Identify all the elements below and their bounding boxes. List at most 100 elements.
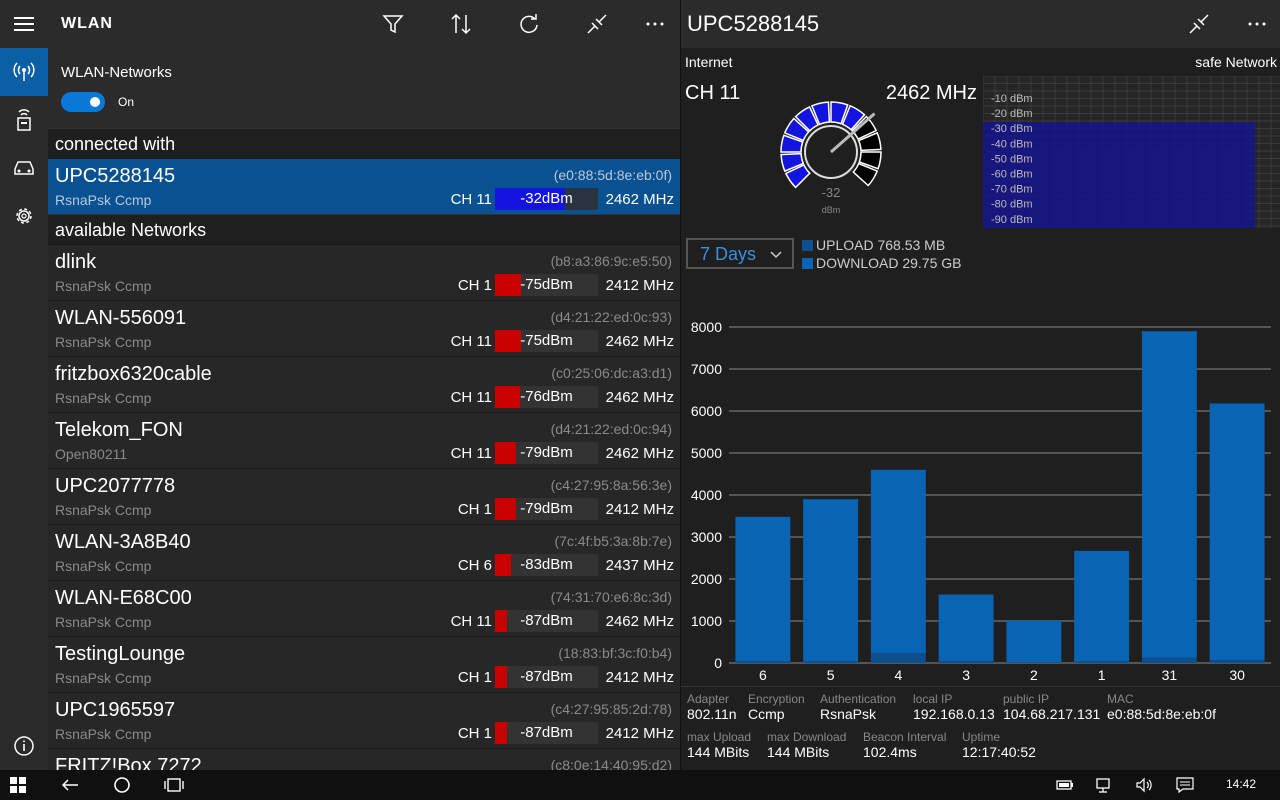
router-icon (17, 109, 31, 131)
detail-item: max Upload 144 MBits (687, 730, 751, 760)
detail-item: Uptime 12:17:40:52 (962, 730, 1036, 760)
hamburger-menu-button[interactable] (0, 0, 48, 48)
task-view-icon (164, 778, 184, 792)
connected-network-row[interactable]: UPC5288145 (e0:88:5d:8e:eb:0f) RsnaPsk C… (48, 158, 680, 214)
network-icon (1096, 778, 1110, 793)
detail-more-button[interactable] (1233, 0, 1280, 48)
x-tick-label: 31 (1162, 667, 1178, 683)
upload-bar[interactable] (735, 661, 791, 663)
nav-router-button[interactable] (0, 96, 48, 144)
detail-label: Encryption (748, 692, 805, 706)
legend-upload-label: UPLOAD 768.53 MB (816, 237, 946, 253)
network-frequency: 2437 MHz (605, 557, 674, 574)
network-channel: CH 11 (450, 389, 492, 406)
download-bar[interactable] (870, 469, 926, 654)
network-tray-button[interactable] (1090, 770, 1120, 800)
download-bar[interactable] (735, 516, 791, 662)
signal-bar: -87dBm (495, 722, 598, 744)
info-button[interactable] (0, 722, 48, 770)
wlan-toggle-switch[interactable] (61, 92, 105, 112)
home-button[interactable] (104, 770, 140, 800)
x-tick-label: 5 (827, 667, 835, 683)
signal-strength: -87dBm (520, 612, 573, 629)
download-bar[interactable] (1141, 331, 1197, 658)
network-mac: (b8:a3:86:9c:e5:50) (550, 253, 672, 269)
network-channel: CH 6 (457, 557, 492, 574)
more-options-button[interactable] (631, 0, 679, 48)
signal-strength: -83dBm (520, 556, 573, 573)
download-bar[interactable] (1074, 550, 1130, 662)
spectrum-label: -20 dBm (991, 108, 1033, 120)
detail-value: Ccmp (748, 706, 785, 722)
network-name: dlink (55, 251, 97, 273)
upload-bar[interactable] (803, 661, 859, 663)
signal-strength: -76dBm (520, 388, 573, 405)
network-row[interactable]: fritzbox6320cable (c0:25:06:dc:a3:d1) Rsna… (48, 356, 680, 412)
detail-item: Encryption Ccmp (748, 692, 805, 722)
signal-strength: -32dBm (520, 190, 573, 207)
detail-item: public IP 104.68.217.131 (1003, 692, 1100, 722)
disconnect-icon (1189, 14, 1209, 34)
upload-bar[interactable] (870, 653, 926, 663)
network-frequency: 2462 MHz (605, 445, 674, 462)
network-name: UPC5288145 (55, 165, 176, 187)
taskbar-clock[interactable]: 14:42 (1226, 777, 1256, 791)
spectrum-label: -40 dBm (991, 138, 1033, 150)
start-button[interactable] (0, 770, 36, 800)
period-dropdown[interactable]: 7 Days (686, 238, 794, 269)
download-bar[interactable] (1006, 620, 1062, 663)
task-view-button[interactable] (156, 770, 192, 800)
spectrum-label: -30 dBm (991, 123, 1033, 135)
x-tick-label: 6 (759, 667, 767, 683)
nav-wlan-button[interactable] (0, 48, 48, 96)
detail-disconnect-button[interactable] (1175, 0, 1223, 48)
download-bar[interactable] (1209, 403, 1265, 661)
network-encryption: RsnaPsk Ccmp (55, 390, 152, 406)
notifications-tray-button[interactable] (1170, 770, 1200, 800)
back-button[interactable] (52, 770, 88, 800)
upload-bar[interactable] (1074, 661, 1130, 663)
car-icon (14, 161, 34, 175)
network-row[interactable]: WLAN-556091 (d4:21:22:ed:0c:93) RsnaPsk Cc… (48, 300, 680, 356)
signal-strength: -75dBm (520, 276, 573, 293)
network-row[interactable]: dlink (b8:a3:86:9c:e5:50) RsnaPsk Ccmp CH 1… (48, 244, 680, 300)
detail-label: public IP (1003, 692, 1050, 706)
network-name: TestingLounge (55, 643, 186, 665)
network-row[interactable]: WLAN-3A8B40 (7c:4f:b5:3a:8b:7e) RsnaPsk Cc… (48, 524, 680, 580)
details-panel: Adapter 802.11n Encryption Ccmp Authenticati… (681, 686, 1280, 770)
legend-download-label: DOWNLOAD 29.75 GB (816, 255, 962, 271)
y-tick-label: 6000 (691, 403, 722, 419)
y-tick-label: 7000 (691, 361, 722, 377)
y-tick-label: 0 (714, 655, 722, 671)
filter-button[interactable] (369, 0, 417, 48)
chevron-down-icon (770, 251, 782, 259)
network-frequency: 2462 MHz (605, 613, 674, 630)
more-icon (1248, 22, 1266, 26)
network-row[interactable]: TestingLounge (18:83:bf:3c:f0:b4) RsnaPsk … (48, 636, 680, 692)
network-row[interactable]: WLAN-E68C00 (74:31:70:e6:8c:3d) RsnaPsk Cc… (48, 580, 680, 636)
detail-title: UPC5288145 (687, 11, 820, 36)
detail-value: e0:88:5d:8e:eb:0f (1107, 706, 1216, 722)
download-bar[interactable] (803, 499, 859, 662)
nav-car-button[interactable] (0, 144, 48, 192)
download-bar[interactable] (938, 594, 994, 662)
refresh-icon (520, 14, 538, 34)
upload-bar[interactable] (1006, 662, 1062, 663)
battery-tray-button[interactable] (1050, 770, 1080, 800)
network-row[interactable]: UPC2077778 (c4:27:95:8a:56:3e) RsnaPsk Ccm… (48, 468, 680, 524)
nav-settings-button[interactable] (0, 192, 48, 240)
network-row[interactable]: FRITZ!Box 7272 (c8:0e:14:40:95:d2) (48, 748, 680, 770)
refresh-button[interactable] (505, 0, 553, 48)
network-row[interactable]: UPC1965597 (c4:27:95:85:2d:78) RsnaPsk Ccm… (48, 692, 680, 748)
upload-bar[interactable] (1209, 660, 1265, 663)
disconnect-button[interactable] (573, 0, 621, 48)
network-row[interactable]: Telekom_FON (d4:21:22:ed:0c:94) Open80211 C… (48, 412, 680, 468)
sort-button[interactable] (437, 0, 485, 48)
upload-bar[interactable] (1141, 657, 1197, 663)
signal-gauge: -32 dBm (780, 101, 882, 215)
upload-bar[interactable] (938, 661, 994, 663)
network-list-pane: WLAN WLAN-Networks On connected with UPC… (48, 0, 680, 770)
volume-tray-button[interactable] (1130, 770, 1160, 800)
signal-bar: -32dBm (495, 188, 598, 210)
spectrum-label: -50 dBm (991, 153, 1033, 165)
